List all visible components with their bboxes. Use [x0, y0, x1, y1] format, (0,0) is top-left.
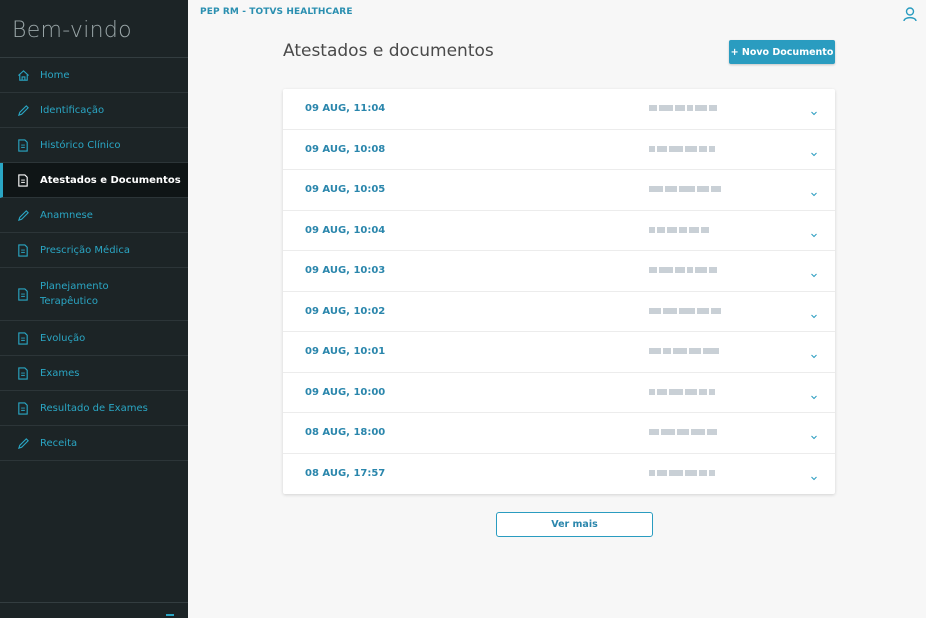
- chevron-down-icon[interactable]: [809, 265, 819, 278]
- chevron-down-icon[interactable]: [809, 468, 819, 480]
- pencil-icon: [16, 208, 30, 222]
- document-icon: [16, 401, 30, 415]
- sidebar-item-label: Histórico Clínico: [40, 139, 121, 151]
- user-icon[interactable]: [902, 6, 918, 22]
- sidebar-item-prescricao-medica[interactable]: Prescrição Médica: [0, 233, 188, 268]
- document-date: 09 AUG, 10:05: [305, 184, 386, 195]
- sidebar-item-atestados-documentos[interactable]: Atestados e Documentos: [0, 163, 188, 198]
- redacted-text: [649, 387, 749, 397]
- redacted-text: [649, 427, 749, 437]
- document-icon: [16, 331, 30, 345]
- chevron-down-icon[interactable]: [809, 103, 819, 116]
- document-row[interactable]: 09 AUG, 10:05: [283, 170, 835, 211]
- page-title: Atestados e documentos: [283, 41, 494, 61]
- document-icon: [16, 138, 30, 152]
- redacted-text: [649, 468, 749, 478]
- document-date: 09 AUG, 10:00: [305, 386, 386, 398]
- sidebar-item-label: Resultado de Exames: [40, 402, 148, 414]
- document-icon: [16, 243, 30, 257]
- sidebar-item-label: Atestados e Documentos: [40, 174, 181, 186]
- sidebar-item-evolucao[interactable]: Evolução: [0, 321, 188, 356]
- new-document-button[interactable]: + Novo Documento: [729, 40, 835, 64]
- chevron-down-icon[interactable]: [809, 387, 819, 399]
- sidebar-item-anamnese[interactable]: Anamnese: [0, 198, 188, 233]
- collapse-menu-icon[interactable]: [166, 614, 174, 616]
- sidebar-item-historico-clinico[interactable]: Histórico Clínico: [0, 128, 188, 163]
- redacted-text: [649, 346, 749, 356]
- sidebar-item-identificacao[interactable]: Identificação: [0, 93, 188, 128]
- sidebar-item-exames[interactable]: Exames: [0, 356, 188, 391]
- sidebar-item-label: Identificação: [40, 104, 105, 116]
- sidebar-item-label: Anamnese: [40, 209, 93, 221]
- document-row[interactable]: 08 AUG, 17:57: [283, 454, 835, 495]
- sidebar-item-receita[interactable]: Receita: [0, 426, 188, 461]
- redacted-text: [649, 103, 749, 113]
- home-icon: [16, 68, 30, 82]
- pencil-icon: [16, 103, 30, 117]
- chevron-down-icon[interactable]: [809, 346, 819, 359]
- sidebar-item-label: Home: [40, 69, 70, 81]
- document-row[interactable]: 09 AUG, 10:00: [283, 373, 835, 413]
- sidebar-item-label: Receita: [40, 437, 78, 449]
- redacted-text: [649, 144, 749, 154]
- document-date: 09 AUG, 10:02: [305, 305, 386, 317]
- document-date: 08 AUG, 17:57: [305, 467, 386, 479]
- sidebar-item-label: Evolução: [40, 332, 86, 344]
- document-date: 09 AUG, 11:04: [305, 103, 386, 114]
- document-row[interactable]: 09 AUG, 10:04: [283, 211, 835, 251]
- chevron-down-icon[interactable]: [809, 184, 819, 197]
- document-row[interactable]: 09 AUG, 10:03: [283, 251, 835, 292]
- document-icon: [16, 287, 30, 301]
- app-title: PEP RM - TOTVS HEALTHCARE: [200, 7, 353, 17]
- redacted-text: [649, 184, 749, 194]
- load-more-button[interactable]: Ver mais: [496, 512, 653, 537]
- document-icon: [16, 173, 30, 187]
- redacted-text: [649, 306, 749, 316]
- sidebar-item-label: Exames: [40, 367, 80, 379]
- chevron-down-icon[interactable]: [809, 144, 819, 156]
- document-date: 08 AUG, 18:00: [305, 427, 386, 438]
- document-row[interactable]: 09 AUG, 10:02: [283, 292, 835, 332]
- sidebar-item-home[interactable]: Home: [0, 58, 188, 93]
- document-date: 09 AUG, 10:08: [305, 143, 386, 155]
- sidebar-item-resultado-exames[interactable]: Resultado de Exames: [0, 391, 188, 426]
- document-row[interactable]: 08 AUG, 18:00: [283, 413, 835, 454]
- sidebar-item-planejamento-terapeutico[interactable]: Planejamento Terapêutico: [0, 268, 188, 321]
- document-date: 09 AUG, 10:04: [305, 224, 386, 236]
- pencil-icon: [16, 436, 30, 450]
- document-date: 09 AUG, 10:03: [305, 265, 386, 276]
- document-date: 09 AUG, 10:01: [305, 346, 386, 357]
- sidebar-footer: [0, 602, 188, 618]
- redacted-text: [649, 265, 749, 275]
- documents-list: 09 AUG, 11:04 09 AUG, 10:08 09 AUG, 10:0…: [283, 89, 835, 494]
- document-row[interactable]: 09 AUG, 11:04: [283, 89, 835, 130]
- sidebar-item-label: Planejamento Terapêutico: [40, 281, 109, 307]
- chevron-down-icon[interactable]: [809, 306, 819, 318]
- document-icon: [16, 366, 30, 380]
- sidebar-item-label: Prescrição Médica: [40, 244, 130, 256]
- sidebar: Bem-vindo Home Identificação Histórico C…: [0, 0, 188, 618]
- document-row[interactable]: 09 AUG, 10:01: [283, 332, 835, 373]
- chevron-down-icon[interactable]: [809, 427, 819, 440]
- chevron-down-icon[interactable]: [809, 225, 819, 237]
- redacted-text: [649, 225, 749, 235]
- document-row[interactable]: 09 AUG, 10:08: [283, 130, 835, 170]
- sidebar-title: Bem-vindo: [0, 0, 188, 58]
